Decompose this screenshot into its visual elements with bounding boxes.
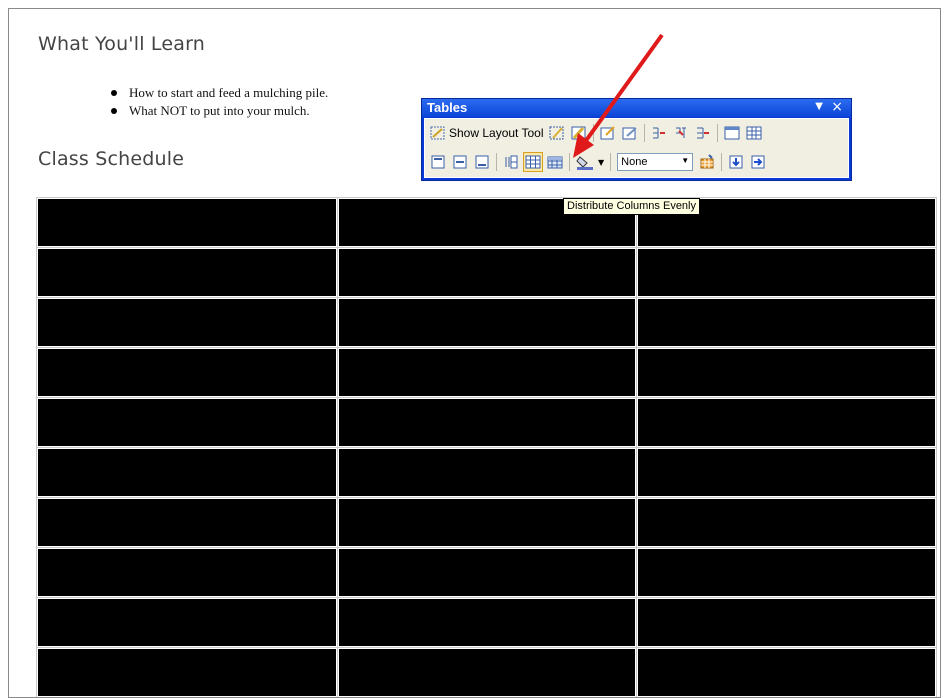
table-cell[interactable]: [338, 448, 636, 497]
table-cell[interactable]: [338, 398, 636, 447]
toolbar-separator: [643, 124, 645, 142]
table-cell[interactable]: [37, 648, 337, 697]
table-autoformat-button[interactable]: [697, 152, 717, 172]
bullet-text: How to start and feed a mulching pile.: [129, 85, 329, 100]
table-cell[interactable]: [37, 248, 337, 297]
table-cell[interactable]: [637, 348, 936, 397]
align-bottom-button[interactable]: [472, 152, 492, 172]
merge-cells-button[interactable]: [671, 123, 691, 143]
toolbar-row: ▼ None ▼: [428, 150, 770, 174]
bullet-list: How to start and feed a mulching pile. W…: [106, 84, 328, 120]
tables-toolbar[interactable]: Tables ▼ × Show Layout Tool ▼ None ▼: [421, 98, 852, 181]
toolbar-row: Show Layout Tool: [428, 121, 766, 145]
chevron-down-icon: ▼: [681, 156, 690, 165]
align-center-icon: [453, 155, 467, 169]
distribute-rows-button[interactable]: [501, 152, 521, 172]
table-cell[interactable]: [37, 448, 337, 497]
align-center-button[interactable]: [450, 152, 470, 172]
table-grid-icon: [746, 126, 762, 140]
split-cells-button[interactable]: [649, 123, 669, 143]
toolbar-separator: [592, 124, 594, 142]
table-cell[interactable]: [637, 598, 936, 647]
table-cell[interactable]: [637, 498, 936, 547]
bullet-text: What NOT to put into your mulch.: [129, 103, 310, 118]
toolbar-separator: [569, 153, 570, 171]
toolbar-options-icon[interactable]: ▼: [815, 101, 823, 112]
eraser-icon: [571, 126, 586, 140]
toolbar-separator: [496, 153, 497, 171]
table-grid-button[interactable]: [744, 123, 764, 143]
toolbar-separator: [716, 124, 718, 142]
table-view-button[interactable]: [722, 123, 742, 143]
merge-cells-icon: [675, 127, 686, 138]
table-cell[interactable]: [37, 548, 337, 597]
fill-color-icon: [576, 156, 593, 170]
table-cell[interactable]: [338, 248, 636, 297]
cell-properties-button[interactable]: [620, 123, 640, 143]
table-autoformat-icon: [700, 154, 714, 169]
autofit-icon: [547, 156, 563, 169]
table-cell[interactable]: [37, 498, 337, 547]
table-view-icon: [724, 126, 740, 140]
table-cell[interactable]: [637, 448, 936, 497]
toolbar-title-bar[interactable]: Tables ▼ ×: [422, 99, 851, 117]
bullet-item: What NOT to put into your mulch.: [106, 102, 328, 120]
table-cell[interactable]: [338, 298, 636, 347]
tooltip: Distribute Columns Evenly: [563, 198, 700, 215]
distribute-columns-icon: [525, 155, 541, 169]
table-cell[interactable]: [338, 498, 636, 547]
draw-table-icon: [549, 126, 564, 140]
draw-table-button[interactable]: [547, 123, 567, 143]
table-cell[interactable]: [637, 248, 936, 297]
table-cell[interactable]: [338, 348, 636, 397]
bullet-item: How to start and feed a mulching pile.: [106, 84, 328, 102]
insert-rows-below-icon: [729, 155, 743, 169]
table-cell[interactable]: [37, 398, 337, 447]
toolbar-separator: [610, 153, 612, 171]
table-cell[interactable]: [637, 548, 936, 597]
insert-row-icon: [696, 127, 709, 139]
table-cell[interactable]: [637, 298, 936, 347]
bullet-dot-icon: [111, 90, 117, 96]
table-cell[interactable]: [37, 348, 337, 397]
fill-color-button[interactable]: [574, 152, 596, 172]
align-top-button[interactable]: [428, 152, 448, 172]
table-cell[interactable]: [637, 648, 936, 697]
distribute-columns-button[interactable]: [523, 152, 543, 172]
split-cells-icon: [652, 127, 665, 139]
close-icon[interactable]: ×: [831, 99, 843, 115]
schedule-heading: Class Schedule: [38, 148, 185, 170]
table-cell[interactable]: [338, 598, 636, 647]
table-cell[interactable]: [338, 548, 636, 597]
table-cell[interactable]: [37, 598, 337, 647]
insert-columns-right-button[interactable]: [748, 152, 768, 172]
bullet-dot-icon: [111, 108, 117, 114]
table-cell[interactable]: [338, 648, 636, 697]
insert-table-button[interactable]: [598, 123, 618, 143]
layout-tool-icon: [430, 126, 445, 140]
learn-heading: What You'll Learn: [38, 33, 206, 55]
insert-row-button[interactable]: [693, 123, 713, 143]
table-style-dropdown[interactable]: None ▼: [617, 153, 694, 171]
toolbar-title: Tables: [427, 100, 468, 115]
toolbar-separator: [721, 153, 723, 171]
table-cell[interactable]: [37, 198, 337, 247]
show-layout-tool-label: Show Layout Tool: [449, 126, 544, 140]
table-cell[interactable]: [37, 298, 337, 347]
fill-color-dropdown-icon[interactable]: ▼: [598, 158, 604, 167]
toolbar-body: Show Layout Tool ▼ None ▼: [424, 118, 849, 178]
insert-columns-right-icon: [751, 155, 765, 169]
align-bottom-icon: [475, 155, 489, 169]
insert-table-icon: [600, 126, 615, 140]
insert-rows-below-button[interactable]: [726, 152, 746, 172]
table-cell[interactable]: [637, 398, 936, 447]
show-layout-tool-button[interactable]: Show Layout Tool: [428, 123, 547, 143]
autofit-button[interactable]: [545, 152, 565, 172]
cell-props-icon: [622, 127, 637, 140]
schedule-table[interactable]: [36, 197, 937, 697]
table-style-value: None: [621, 156, 648, 168]
align-top-icon: [431, 155, 445, 169]
distribute-rows-icon: [505, 155, 518, 169]
eraser-button[interactable]: [569, 123, 589, 143]
